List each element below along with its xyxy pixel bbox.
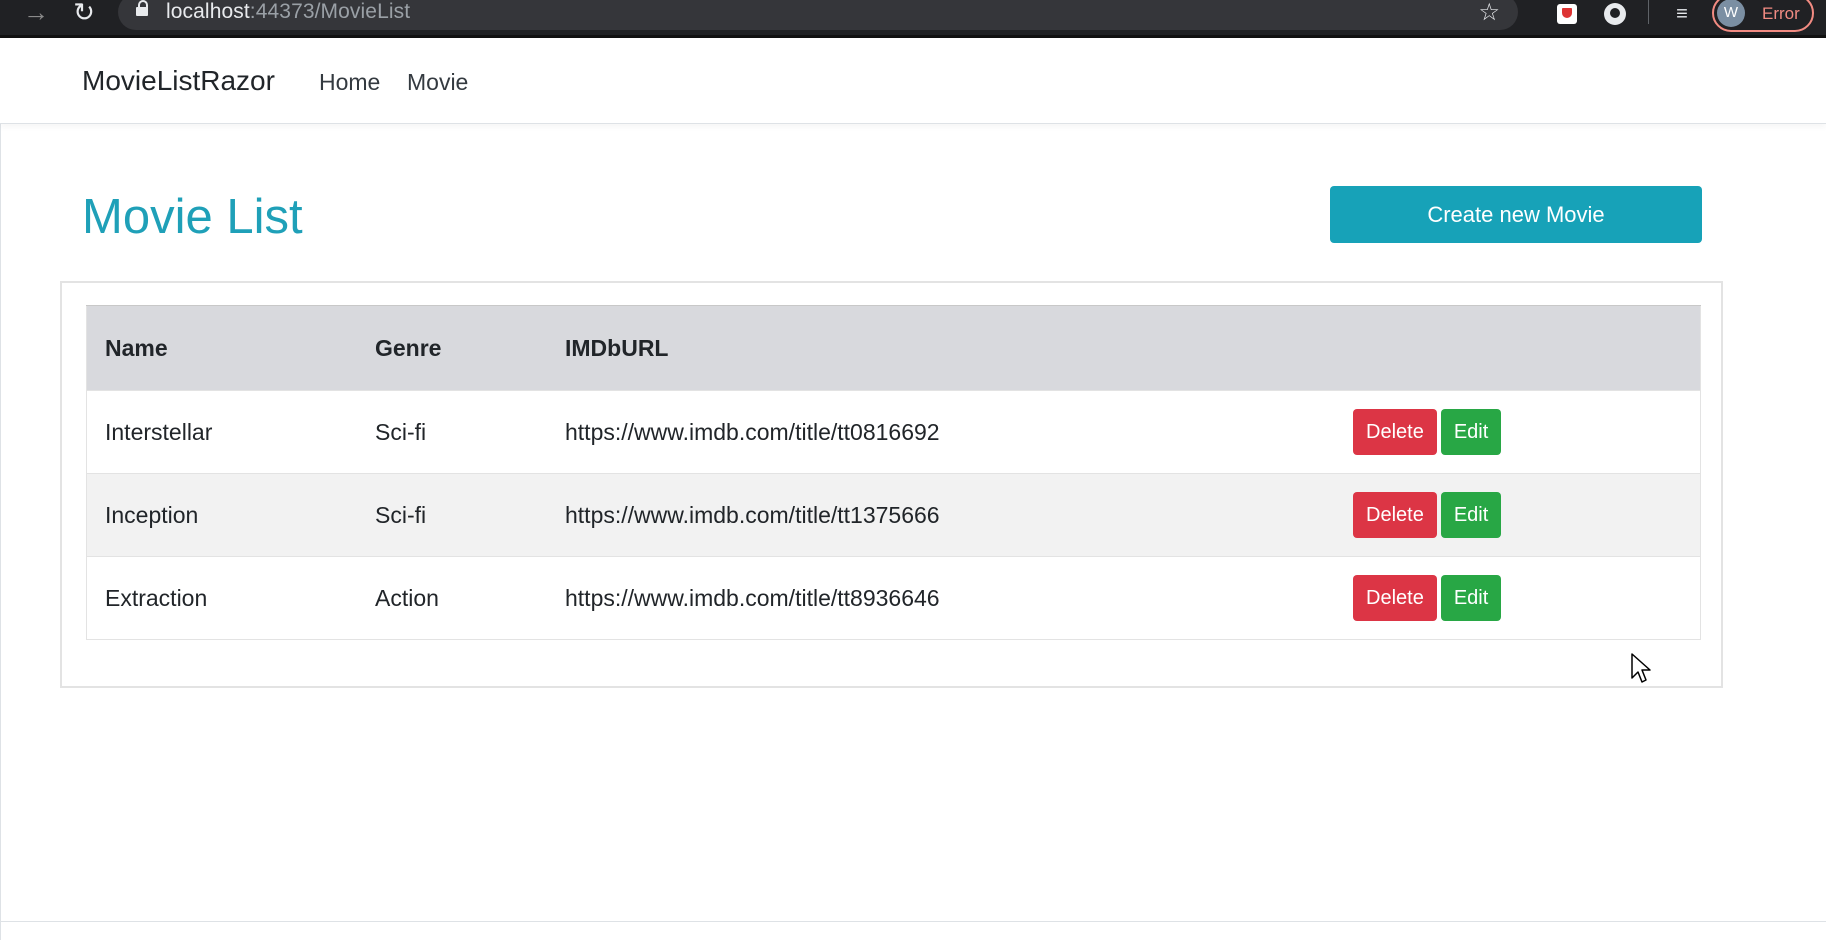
- browser-toolbar: → ↻ localhost:44373/MovieList ☆ ≡ W Erro…: [0, 0, 1826, 38]
- cell-name: Extraction: [86, 556, 357, 640]
- toolbar-divider: [1648, 0, 1649, 24]
- cell-actions: Delete Edit: [1335, 390, 1701, 474]
- profile-button[interactable]: W Error: [1712, 0, 1814, 32]
- reload-icon[interactable]: ↻: [70, 0, 98, 28]
- page-left-border: [0, 38, 1, 940]
- profile-status: Error: [1762, 4, 1800, 23]
- avatar: W: [1717, 0, 1745, 27]
- movie-table-card: Name Genre IMDbURL Interstellar Sci-fi h…: [60, 281, 1723, 688]
- column-header-name: Name: [86, 305, 357, 391]
- forward-arrow-icon[interactable]: →: [22, 0, 50, 28]
- cell-url: https://www.imdb.com/title/tt1375666: [547, 473, 1335, 557]
- lock-icon[interactable]: [136, 0, 148, 18]
- page-title: Movie List: [82, 190, 303, 244]
- delete-button[interactable]: Delete: [1353, 575, 1437, 621]
- edit-button[interactable]: Edit: [1440, 575, 1502, 621]
- media-playlist-icon[interactable]: ≡: [1670, 2, 1694, 26]
- cell-actions: Delete Edit: [1335, 473, 1701, 557]
- table-row: Interstellar Sci-fi https://www.imdb.com…: [86, 390, 1701, 474]
- column-header-imdburl: IMDbURL: [547, 305, 1335, 391]
- delete-button[interactable]: Delete: [1353, 492, 1437, 538]
- cell-url: https://www.imdb.com/title/tt0816692: [547, 390, 1335, 474]
- nav-link-movie[interactable]: Movie: [407, 69, 468, 96]
- table-row: Extraction Action https://www.imdb.com/t…: [86, 556, 1701, 640]
- movie-table: Name Genre IMDbURL Interstellar Sci-fi h…: [86, 305, 1701, 640]
- nav-link-home[interactable]: Home: [319, 69, 380, 96]
- footer-divider: [0, 921, 1826, 922]
- shield-extension-icon[interactable]: [1555, 2, 1579, 26]
- brand-link[interactable]: MovieListRazor: [82, 65, 275, 97]
- edit-button[interactable]: Edit: [1440, 409, 1502, 455]
- github-extension-icon[interactable]: [1603, 2, 1627, 26]
- table-header-row: Name Genre IMDbURL: [86, 305, 1701, 391]
- cell-actions: Delete Edit: [1335, 556, 1701, 640]
- cell-name: Inception: [86, 473, 357, 557]
- cell-url: https://www.imdb.com/title/tt8936646: [547, 556, 1335, 640]
- top-navbar: MovieListRazor Home Movie: [0, 38, 1826, 124]
- url-path: :44373/MovieList: [249, 0, 411, 23]
- cell-genre: Sci-fi: [357, 390, 547, 474]
- cell-name: Interstellar: [86, 390, 357, 474]
- cell-genre: Action: [357, 556, 547, 640]
- column-header-actions: [1335, 305, 1701, 391]
- create-new-movie-button[interactable]: Create new Movie: [1330, 186, 1702, 243]
- url-host: localhost: [166, 0, 250, 23]
- cell-genre: Sci-fi: [357, 473, 547, 557]
- column-header-genre: Genre: [357, 305, 547, 391]
- address-bar[interactable]: localhost:44373/MovieList ☆: [118, 0, 1518, 30]
- bookmark-star-icon[interactable]: ☆: [1478, 0, 1500, 27]
- address-url[interactable]: localhost:44373/MovieList: [166, 0, 410, 24]
- mouse-cursor-icon: [1631, 653, 1651, 683]
- table-row: Inception Sci-fi https://www.imdb.com/ti…: [86, 473, 1701, 557]
- delete-button[interactable]: Delete: [1353, 409, 1437, 455]
- edit-button[interactable]: Edit: [1440, 492, 1502, 538]
